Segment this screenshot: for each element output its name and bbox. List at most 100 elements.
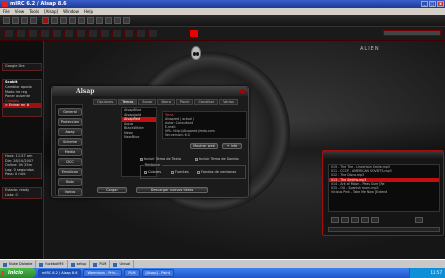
- menu-view[interactable]: View: [15, 8, 25, 15]
- stop-icon[interactable]: [361, 217, 369, 223]
- windows-option[interactable]: Fondos de ventanas: [197, 170, 236, 174]
- tab-temas[interactable]: Temas: [118, 99, 138, 105]
- colors-option[interactable]: Colores: [144, 170, 161, 174]
- search-strip[interactable]: [383, 30, 441, 36]
- maximize-button[interactable]: □: [429, 1, 436, 7]
- colors-icon[interactable]: [96, 17, 103, 24]
- sidebar-search-box[interactable]: Google Dre: [2, 63, 42, 71]
- menu-tools[interactable]: Tools: [29, 8, 39, 15]
- text-theme-checkbox[interactable]: [140, 157, 143, 161]
- sidebar-item-join[interactable]: > Entrar en #: [3, 103, 41, 108]
- system-tray-clock[interactable]: 11:57: [409, 268, 445, 278]
- tab-panel[interactable]: Panel: [175, 99, 194, 105]
- switch-panel-icon[interactable]: [148, 29, 158, 38]
- cascade-icon[interactable]: [114, 17, 121, 24]
- minimize-button[interactable]: _: [421, 1, 428, 7]
- menu-file[interactable]: File: [3, 8, 10, 15]
- media-player-window: 019 - The The - Uncertain Smile.mp3 011 …: [322, 150, 444, 236]
- pause-icon[interactable]: [351, 217, 359, 223]
- nav-scheme[interactable]: Scheme: [58, 138, 82, 146]
- start-button[interactable]: Inicio: [0, 268, 36, 278]
- switch-channel-icon[interactable]: [16, 29, 26, 38]
- switch-dcc-icon[interactable]: [40, 29, 50, 38]
- switch-tools-icon[interactable]: [112, 29, 122, 38]
- next-icon[interactable]: [371, 217, 379, 223]
- download-themes-button[interactable]: Descargar nuevos tletas: [136, 187, 208, 193]
- nav-proteccion[interactable]: Proteccion: [58, 118, 82, 126]
- switch-emote-icon[interactable]: [100, 29, 110, 38]
- text-theme-option[interactable]: Incluir Tema de Texto: [140, 157, 181, 161]
- switch-media-icon[interactable]: [52, 29, 62, 38]
- help-icon[interactable]: [123, 17, 130, 24]
- theme-info-box: Tema Alsapred ( actual ) Autor: Consulta…: [162, 111, 247, 139]
- info-button[interactable]: + Info: [222, 143, 242, 149]
- task-mirc[interactable]: mIRC 6.2 / Alsap 8.6: [38, 269, 82, 277]
- window-icon: [70, 262, 75, 267]
- notify-icon[interactable]: [51, 17, 58, 24]
- tab-sonar[interactable]: Sonar: [138, 99, 157, 105]
- playlist-item[interactable]: Vicious Pink - Take Me Now [Extend: [329, 190, 439, 194]
- prev-icon[interactable]: [331, 217, 339, 223]
- dcc-icon[interactable]: [69, 17, 76, 24]
- switch-sound-icon[interactable]: [136, 29, 146, 38]
- nav-media[interactable]: Media: [58, 148, 82, 156]
- nav-varios[interactable]: Varios: [58, 188, 82, 196]
- record-icon[interactable]: [190, 30, 198, 37]
- player-title-bar[interactable]: [323, 151, 443, 158]
- task-paint[interactable]: [Alsap] - Paint: [141, 269, 174, 277]
- switch-status-icon[interactable]: [4, 29, 14, 38]
- sidebar-nick-box: Scobit Cambiar apodo Modo ira reg Poner …: [2, 79, 42, 117]
- nav-emoticon[interactable]: Emoticon: [58, 168, 82, 176]
- tab-opciones[interactable]: Opciones: [93, 99, 118, 105]
- alsap-icon[interactable]: [42, 17, 49, 24]
- channels-icon[interactable]: [30, 17, 37, 24]
- fonts-label: Fuentes: [175, 170, 189, 174]
- url-icon[interactable]: [60, 17, 67, 24]
- brand-text: ALIEN: [360, 46, 380, 52]
- menu-window[interactable]: Window: [63, 8, 79, 15]
- fonts-option[interactable]: Fuentes: [171, 170, 189, 174]
- preview-web-button[interactable]: Mostrar web: [190, 143, 218, 149]
- list-item[interactable]: NewBlue: [122, 135, 156, 140]
- tab-varios[interactable]: Varios: [219, 99, 238, 105]
- switch-scheme-icon[interactable]: [124, 29, 134, 38]
- nav-away[interactable]: Away: [58, 128, 82, 136]
- menu-alsap[interactable]: [Alsap]: [44, 8, 58, 15]
- dialog-tabs: Opciones Temas Sonar Barra Panel Canalba…: [93, 99, 238, 105]
- nav-bots[interactable]: Bots: [58, 178, 82, 186]
- windows-checkbox[interactable]: [197, 170, 200, 174]
- sound-theme-checkbox[interactable]: [195, 157, 198, 161]
- task-warmicon[interactable]: Warmicon - Prin...: [83, 269, 123, 277]
- address-book-icon[interactable]: [21, 17, 28, 24]
- load-button[interactable]: Cargar: [97, 187, 127, 193]
- window-title-bar[interactable]: mIRC 6.2 / Alsap 8.6 _ □ x: [0, 0, 445, 8]
- tab-barra[interactable]: Barra: [157, 99, 175, 105]
- dialog-close-icon[interactable]: [240, 89, 245, 94]
- options-icon[interactable]: [12, 17, 19, 24]
- connect-icon[interactable]: [3, 17, 10, 24]
- sound-theme-option[interactable]: Incluir Tema de Sonido: [195, 157, 239, 161]
- dialog-title: Alsap: [76, 88, 95, 95]
- play-icon[interactable]: [341, 217, 349, 223]
- nav-dcc[interactable]: DCC: [58, 158, 82, 166]
- seek-bar[interactable]: [328, 227, 440, 232]
- colors-checkbox[interactable]: [144, 170, 147, 174]
- switch-list-icon[interactable]: [76, 29, 86, 38]
- tile-icon[interactable]: [105, 17, 112, 24]
- fonts-checkbox[interactable]: [171, 170, 174, 174]
- script-icon[interactable]: [78, 17, 85, 24]
- restore-group: Restaurar Colores Fuentes Fondos de vent…: [140, 163, 246, 179]
- switch-query-icon[interactable]: [28, 29, 38, 38]
- close-button[interactable]: x: [437, 1, 444, 7]
- switch-away-icon[interactable]: [64, 29, 74, 38]
- volume-icon[interactable]: [415, 217, 423, 223]
- menu-help[interactable]: Help: [84, 8, 93, 15]
- dialog-title-bar[interactable]: Alsap: [52, 87, 248, 96]
- log-icon[interactable]: [87, 17, 94, 24]
- nav-general[interactable]: General: [58, 108, 82, 116]
- task-plm[interactable]: PLM: [124, 269, 140, 277]
- window-icon: [93, 262, 98, 267]
- tab-canalbar[interactable]: Canalbar: [194, 99, 219, 105]
- switch-bots-icon[interactable]: [88, 29, 98, 38]
- playlist[interactable]: 019 - The The - Uncertain Smile.mp3 011 …: [328, 164, 440, 212]
